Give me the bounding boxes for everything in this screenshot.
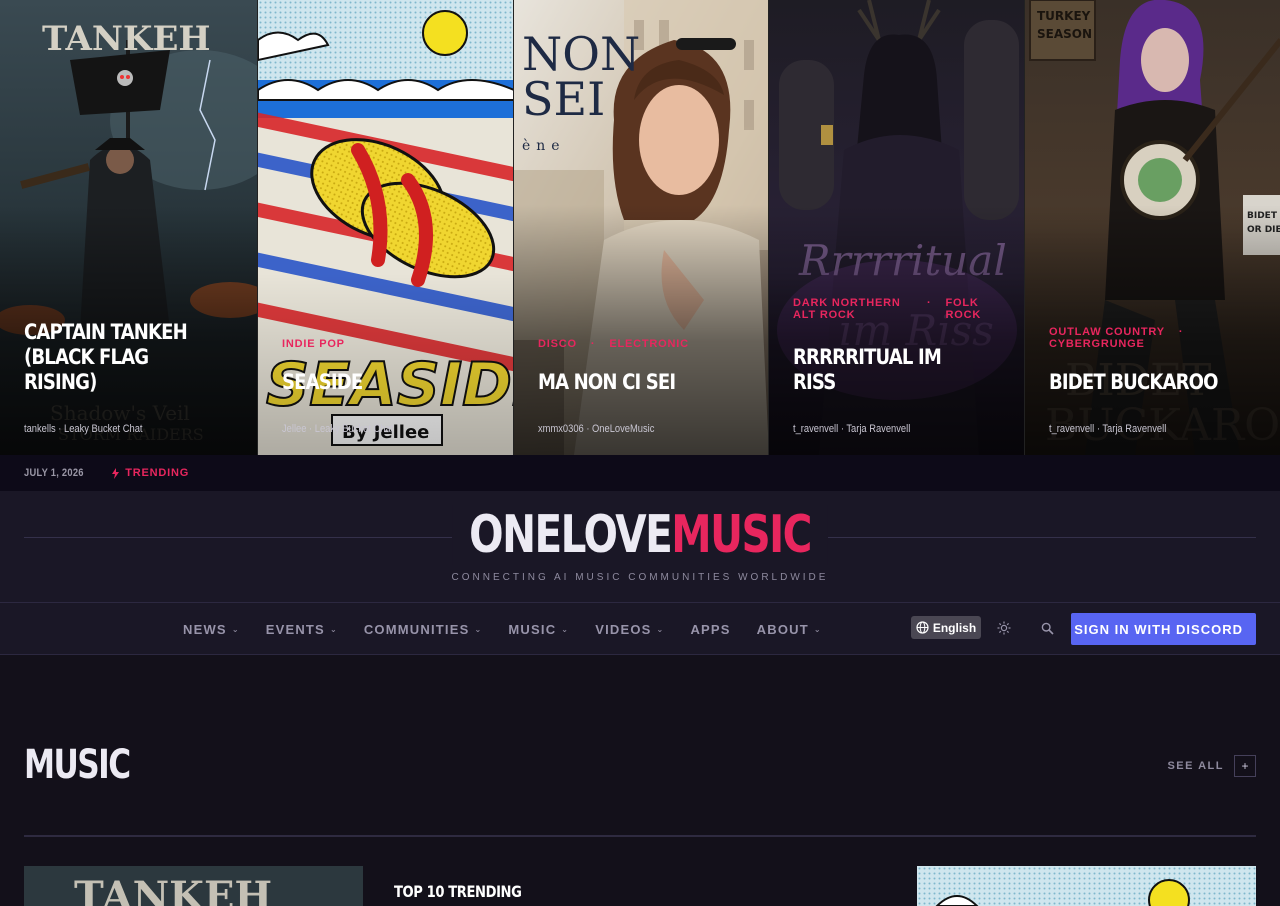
hero-carousel: TANKEH Shadow's Veil STORM RAIDERS CAPTA… <box>0 0 1280 455</box>
logo-part-two: MUSIC <box>671 505 812 565</box>
search-icon <box>1041 622 1054 635</box>
chevron-down-icon: ⌄ <box>656 624 665 634</box>
trending-link[interactable]: TRENDING <box>112 467 189 479</box>
hero-card-seaside[interactable]: SEASIDE By Jellee INDIE POP SEASIDE Jell… <box>257 0 513 455</box>
nav-item-about[interactable]: ABOUT ⌄ <box>757 622 822 637</box>
nav-item-news[interactable]: NEWS ⌄ <box>183 622 240 637</box>
lightning-icon <box>112 467 120 479</box>
hero-card-bidet-buckaroo[interactable]: TURKEY SEASON BIDET OR DIE BIDET BUCKARO… <box>1024 0 1280 455</box>
masthead: ONELOVEMUSIC CONNECTING AI MUSIC COMMUNI… <box>0 491 1280 603</box>
hero-card-ma-non-ci-sei[interactable]: NON SEI ène DISCO · ELECTRONIC MA NON CI… <box>513 0 768 455</box>
nav-item-events[interactable]: EVENTS ⌄ <box>266 622 338 637</box>
card-genres: DARK NORTHERN ALT ROCK · FOLK ROCK <box>793 297 1004 321</box>
current-date: JULY 1, 2026 <box>24 467 84 479</box>
cover-art-captain-tankeh-thumb: TANKEH <box>24 866 363 906</box>
hero-card-rrrrritual-im-riss[interactable]: Rrrrritual im Riss DARK NORTHERN ALT ROC… <box>768 0 1024 455</box>
plus-icon: + <box>1234 755 1256 777</box>
nav-label: NEWS <box>183 621 227 637</box>
language-label: English <box>932 620 977 635</box>
nav-label: COMMUNITIES <box>363 621 470 637</box>
nav-label: MUSIC <box>508 621 557 637</box>
sign-in-label: SIGN IN WITH DISCORD <box>1074 621 1243 637</box>
main-navigation: NEWS ⌄ EVENTS ⌄ COMMUNITIES ⌄ MUSIC ⌄ VIDEOS… <box>0 602 1280 655</box>
chevron-down-icon: ⌄ <box>329 624 338 634</box>
sun-icon <box>997 621 1011 635</box>
card-genres: INDIE POP <box>282 338 493 350</box>
sign-in-discord-button[interactable]: SIGN IN WITH DISCORD <box>1071 613 1256 645</box>
card-title[interactable]: CAPTAIN TANKEH (BLACK FLAG RISING) <box>24 320 207 395</box>
card-genres: DISCO · ELECTRONIC <box>538 338 748 350</box>
nav-label: APPS <box>690 621 731 637</box>
featured-thumbnail[interactable]: TANKEH <box>24 866 363 906</box>
chevron-down-icon: ⌄ <box>231 624 240 634</box>
site-logo[interactable]: ONELOVEMUSIC <box>0 505 1280 565</box>
card-byline: Jellee · Leaky Bucket Chat <box>282 423 394 435</box>
nav-label: EVENTS <box>265 621 325 637</box>
nav-item-communities[interactable]: COMMUNITIES ⌄ <box>364 622 483 637</box>
card-byline: t_ravenvell · Tarja Ravenvell <box>793 423 911 435</box>
genre-tag[interactable]: DISCO <box>538 338 577 350</box>
nav-item-apps[interactable]: APPS <box>690 622 730 637</box>
svg-text:TANKEH: TANKEH <box>74 873 272 906</box>
nav-label: VIDEOS <box>595 621 652 637</box>
chevron-down-icon: ⌄ <box>474 624 483 634</box>
nav-menu: NEWS ⌄ EVENTS ⌄ COMMUNITIES ⌄ MUSIC ⌄ VIDEOS… <box>183 603 848 655</box>
main-content: MUSIC SEE ALL + TANKEH TOP 10 TRENDING <box>0 656 1280 906</box>
search-button[interactable] <box>1037 618 1057 638</box>
genre-tag[interactable]: INDIE POP <box>282 338 345 350</box>
cover-art-seaside-thumb <box>917 866 1256 906</box>
theme-toggle-button[interactable] <box>994 618 1014 638</box>
genre-separator: · <box>590 338 596 350</box>
genre-tag[interactable]: FOLK ROCK <box>945 297 995 321</box>
trending-label: TRENDING <box>125 467 190 479</box>
section-title: MUSIC <box>24 742 131 788</box>
nav-item-videos[interactable]: VIDEOS ⌄ <box>595 622 664 637</box>
genre-tag[interactable]: ELECTRONIC <box>609 338 689 350</box>
section-divider <box>24 835 1256 837</box>
genre-tag[interactable]: DARK NORTHERN ALT ROCK <box>793 297 913 321</box>
top-meta-bar: JULY 1, 2026 TRENDING <box>0 455 1280 491</box>
genre-separator: · <box>927 297 932 309</box>
top-10-heading: TOP 10 TRENDING <box>394 882 522 901</box>
card-title[interactable]: BIDET BUCKAROO <box>1049 370 1230 395</box>
card-title[interactable]: SEASIDE <box>282 370 463 395</box>
chevron-down-icon: ⌄ <box>813 624 822 634</box>
see-all-label: SEE ALL <box>1167 760 1224 772</box>
language-selector[interactable]: English <box>911 616 981 639</box>
card-byline: t_ravenvell · Tarja Ravenvell <box>1049 423 1167 435</box>
site-tagline: CONNECTING AI MUSIC COMMUNITIES WORLDWID… <box>451 572 829 583</box>
genre-separator: · <box>1178 326 1184 338</box>
featured-thumbnail[interactable] <box>917 866 1256 906</box>
card-genres: OUTLAW COUNTRY · CYBERGRUNGE <box>1049 326 1260 350</box>
genre-tag[interactable]: OUTLAW COUNTRY <box>1049 326 1165 338</box>
card-byline: xmmx0306 · OneLoveMusic <box>538 423 655 435</box>
chevron-down-icon: ⌄ <box>561 624 570 634</box>
logo-part-one: ONELOVE <box>469 505 673 565</box>
genre-tag[interactable]: CYBERGRUNGE <box>1049 338 1145 350</box>
nav-item-music[interactable]: MUSIC ⌄ <box>508 622 569 637</box>
card-byline: tankells · Leaky Bucket Chat <box>24 423 143 435</box>
card-title[interactable]: MA NON CI SEI <box>538 370 719 395</box>
see-all-link[interactable]: SEE ALL + <box>1167 755 1256 777</box>
card-title[interactable]: RRRRRITUAL IM RISS <box>793 345 974 395</box>
nav-label: ABOUT <box>756 621 809 637</box>
globe-icon <box>916 621 929 634</box>
hero-card-captain-tankeh[interactable]: TANKEH Shadow's Veil STORM RAIDERS CAPTA… <box>0 0 257 455</box>
